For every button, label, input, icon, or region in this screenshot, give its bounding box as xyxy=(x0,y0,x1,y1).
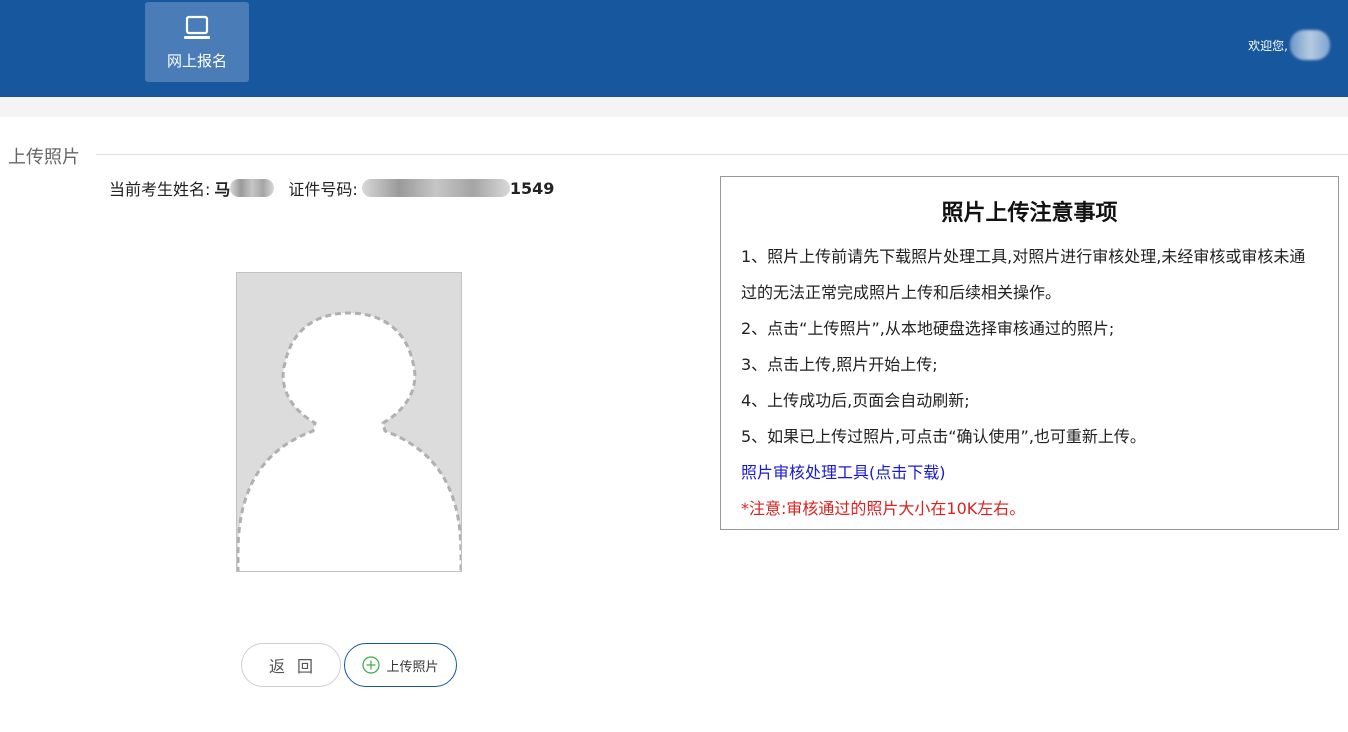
notice-item: 3、点击上传,照片开始上传; xyxy=(741,355,938,374)
candidate-info: 当前考生姓名: 马 证件号码: 1549 xyxy=(109,176,554,200)
welcome-message: 欢迎您, xyxy=(1248,30,1330,60)
back-button[interactable]: 返回 xyxy=(241,643,341,687)
welcome-username-redacted xyxy=(1290,30,1330,60)
top-header: 网上报名 欢迎您, xyxy=(0,0,1348,97)
welcome-text: 欢迎您, xyxy=(1248,38,1288,53)
notice-title: 照片上传注意事项 xyxy=(941,201,1118,226)
download-tool-link[interactable]: 照片审核处理工具(点击下载) xyxy=(741,455,1321,491)
notice-body: 1、照片上传前请先下载照片处理工具,对照片进行审核处理,未经审核或审核未通过的无… xyxy=(741,239,1321,527)
section-divider xyxy=(96,154,1348,155)
plus-circle-icon xyxy=(362,656,381,674)
notice-panel: 照片上传注意事项 1、照片上传前请先下载照片处理工具,对照片进行审核处理,未经审… xyxy=(720,176,1339,530)
size-warning: *注意:审核通过的照片大小在10K左右。 xyxy=(741,499,1026,518)
candidate-name-value: 马 xyxy=(214,180,231,199)
candidate-name-label: 当前考生姓名: xyxy=(109,180,211,199)
candidate-id-suffix: 1549 xyxy=(509,178,555,198)
notice-item: 1、照片上传前请先下载照片处理工具,对照片进行审核处理,未经审核或审核未通过的无… xyxy=(741,247,1306,302)
upload-photo-button[interactable]: 上传照片 xyxy=(344,643,457,687)
notice-item: 2、点击“上传照片”,从本地硬盘选择审核通过的照片; xyxy=(741,319,1115,338)
section-title: 上传照片 xyxy=(8,143,90,169)
candidate-id-label: 证件号码: xyxy=(288,180,358,199)
candidate-id-redacted xyxy=(361,179,510,197)
person-silhouette-icon xyxy=(237,311,461,571)
laptop-icon xyxy=(184,15,210,39)
notice-item: 4、上传成功后,页面会自动刷新; xyxy=(741,391,970,410)
nav-item-online-registration[interactable]: 网上报名 xyxy=(145,2,249,82)
header-divider-strip xyxy=(0,97,1348,117)
nav-item-label: 网上报名 xyxy=(166,52,227,70)
photo-placeholder xyxy=(236,272,462,572)
notice-item: 5、如果已上传过照片,可点击“确认使用”,也可重新上传。 xyxy=(741,427,1146,446)
upload-photo-label: 上传照片 xyxy=(386,659,439,675)
candidate-name-redacted xyxy=(230,179,275,197)
